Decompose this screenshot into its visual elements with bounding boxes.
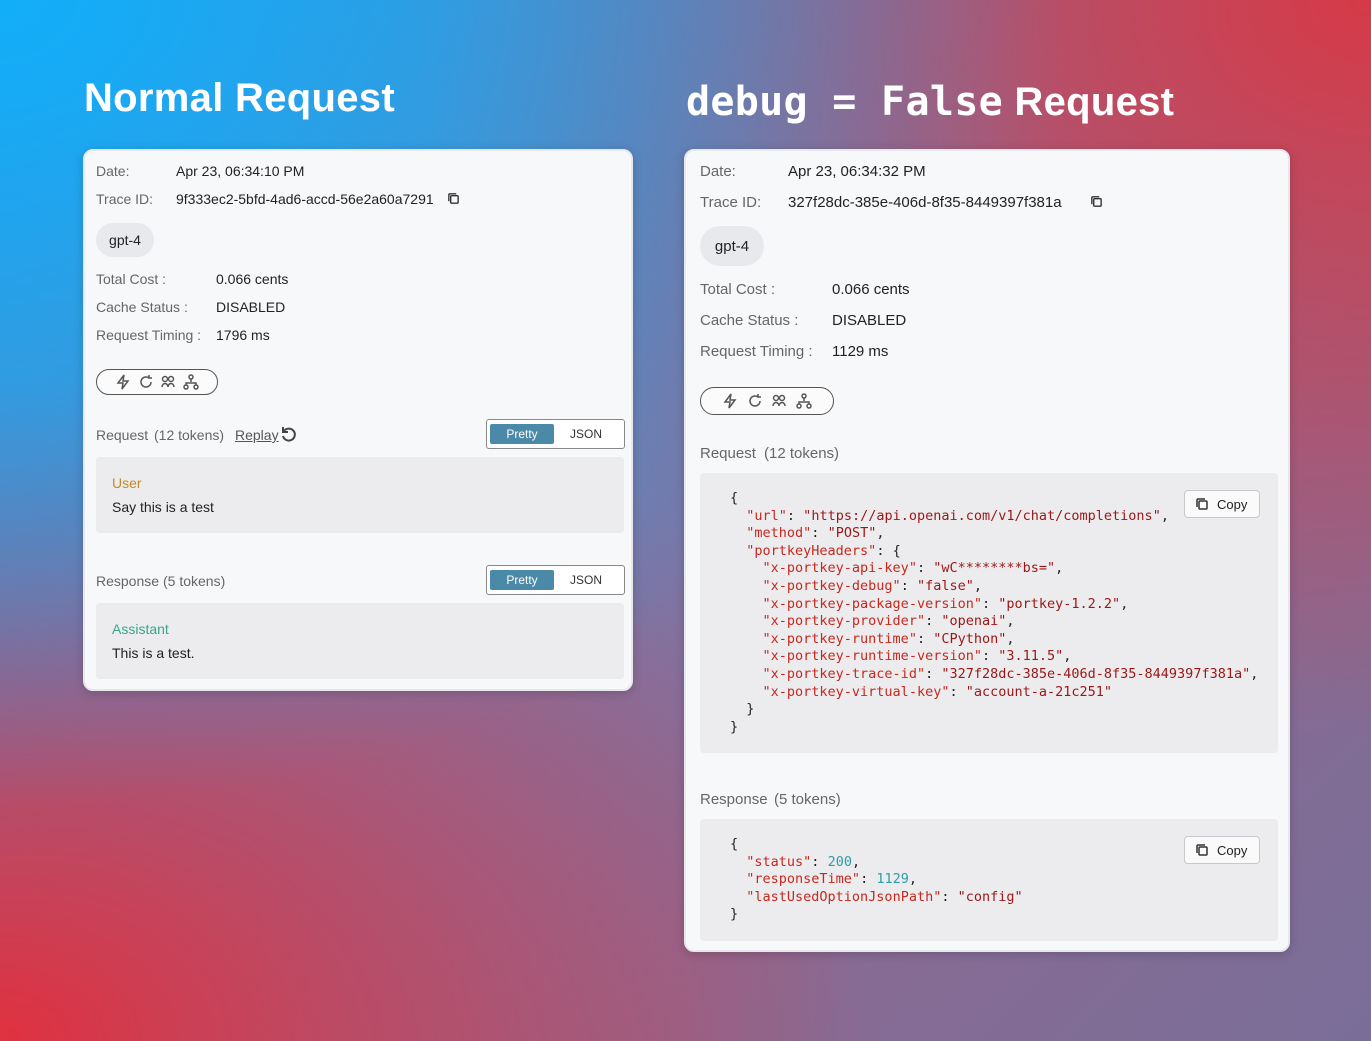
request-view-toggle: Pretty JSON bbox=[486, 419, 625, 449]
trace-id-value: 327f28dc-385e-406d-8f35-8449397f381a bbox=[788, 194, 1062, 211]
user-role-label: User bbox=[112, 475, 142, 491]
trace-id-label: Trace ID: bbox=[96, 191, 154, 207]
refresh-icon[interactable] bbox=[138, 374, 154, 390]
request-timing-label: Request Timing : bbox=[96, 327, 202, 343]
json-value-runtime-version: 3.11.5 bbox=[1006, 648, 1056, 665]
debug-false-request-card: Date: Apr 23, 06:34:32 PM Trace ID: 327f… bbox=[684, 149, 1290, 952]
response-tokens: (5 tokens) bbox=[774, 791, 841, 808]
json-value-debug: false bbox=[925, 577, 966, 594]
json-value-status: 200 bbox=[827, 853, 852, 870]
action-buttons bbox=[700, 387, 834, 415]
response-label: Response bbox=[700, 791, 768, 808]
copy-response-button[interactable]: Copy bbox=[1184, 836, 1260, 864]
total-cost-label: Total Cost : bbox=[96, 271, 167, 287]
request-json-code: { "url": "https://api.openai.com/v1/chat… bbox=[730, 490, 1259, 735]
request-timing-label: Request Timing : bbox=[700, 343, 813, 360]
request-tokens: (12 tokens) bbox=[764, 445, 840, 462]
copy-icon bbox=[1196, 498, 1208, 510]
date-label: Date: bbox=[96, 163, 130, 179]
debug-false-request-heading: debug = False Request bbox=[686, 79, 1174, 125]
cache-status-label: Cache Status : bbox=[700, 312, 799, 329]
tree-icon[interactable] bbox=[182, 374, 199, 390]
replay-icon[interactable] bbox=[280, 425, 298, 448]
assistant-message-text: This is a test. bbox=[112, 645, 195, 661]
model-badge: gpt-4 bbox=[700, 226, 764, 266]
response-json-code: { "status": 200, "responseTime": 1129, "… bbox=[730, 836, 1023, 923]
response-label: Response bbox=[96, 573, 160, 589]
total-cost-label: Total Cost : bbox=[700, 281, 776, 298]
copy-label: Copy bbox=[1217, 842, 1248, 858]
copy-icon bbox=[1196, 844, 1208, 856]
normal-request-card: Date: Apr 23, 06:34:10 PM Trace ID: 9f33… bbox=[83, 149, 633, 691]
total-cost-value: 0.066 cents bbox=[216, 271, 289, 287]
json-value-virtual-key: account-a-21c251 bbox=[973, 683, 1104, 700]
cache-status-value: DISABLED bbox=[216, 299, 286, 315]
request-timing-value: 1796 ms bbox=[216, 327, 270, 343]
pretty-tab[interactable]: Pretty bbox=[490, 570, 554, 590]
json-tab[interactable]: JSON bbox=[554, 424, 618, 444]
date-value: Apr 23, 06:34:10 PM bbox=[176, 163, 305, 179]
json-value-url: https://api.openai.com/v1/chat/completio… bbox=[811, 507, 1153, 524]
json-value-runtime: CPython bbox=[941, 630, 999, 647]
assistant-role-label: Assistant bbox=[112, 621, 169, 637]
model-badge: gpt-4 bbox=[96, 223, 154, 257]
assistant-message: Assistant This is a test. bbox=[96, 603, 624, 679]
request-json-block: { "url": "https://api.openai.com/v1/chat… bbox=[700, 473, 1278, 753]
refresh-icon[interactable] bbox=[747, 393, 763, 409]
total-cost-value: 0.066 cents bbox=[832, 281, 910, 298]
copy-request-button[interactable]: Copy bbox=[1184, 490, 1260, 518]
json-tab[interactable]: JSON bbox=[554, 570, 618, 590]
response-view-toggle: Pretty JSON bbox=[486, 565, 625, 595]
cache-status-label: Cache Status : bbox=[96, 299, 188, 315]
request-label: Request bbox=[96, 427, 149, 443]
date-value: Apr 23, 06:34:32 PM bbox=[788, 163, 926, 180]
bolt-icon[interactable] bbox=[115, 374, 131, 390]
cache-status-value: DISABLED bbox=[832, 312, 907, 329]
feedback-icon[interactable] bbox=[771, 393, 787, 409]
tree-icon[interactable] bbox=[796, 393, 812, 409]
model-badge-label: gpt-4 bbox=[109, 232, 141, 248]
normal-request-heading: Normal Request bbox=[84, 76, 395, 120]
copy-trace-id-icon[interactable] bbox=[1090, 195, 1103, 213]
json-value-api-key: wC********bs= bbox=[941, 560, 1048, 577]
bolt-icon[interactable] bbox=[722, 393, 738, 409]
json-value-trace-id: 327f28dc-385e-406d-8f35-8449397f381a bbox=[949, 665, 1243, 682]
trace-id-label: Trace ID: bbox=[700, 194, 762, 211]
json-value-response-time: 1129 bbox=[876, 871, 909, 888]
feedback-icon[interactable] bbox=[160, 374, 176, 390]
json-value-last-used-path: config bbox=[965, 888, 1015, 905]
action-buttons bbox=[96, 369, 218, 395]
date-label: Date: bbox=[700, 163, 736, 180]
heading-code: debug = False bbox=[686, 79, 1003, 125]
response-json-block: { "status": 200, "responseTime": 1129, "… bbox=[700, 819, 1278, 941]
json-value-provider: openai bbox=[949, 613, 999, 630]
model-badge-label: gpt-4 bbox=[714, 237, 750, 255]
copy-trace-id-icon[interactable] bbox=[447, 192, 460, 210]
request-timing-value: 1129 ms bbox=[832, 343, 889, 360]
heading-suffix: Request bbox=[1002, 80, 1175, 124]
json-value-package-version: portkey-1.2.2 bbox=[1006, 595, 1113, 612]
user-message-text: Say this is a test bbox=[112, 499, 214, 515]
request-label: Request bbox=[700, 445, 756, 462]
response-tokens: (5 tokens) bbox=[163, 573, 226, 589]
copy-label: Copy bbox=[1217, 496, 1248, 512]
pretty-tab[interactable]: Pretty bbox=[490, 424, 554, 444]
user-message: User Say this is a test bbox=[96, 457, 624, 533]
json-value-method: POST bbox=[835, 525, 869, 542]
replay-link[interactable]: Replay bbox=[235, 427, 279, 443]
request-tokens: (12 tokens) bbox=[154, 427, 225, 443]
trace-id-value: 9f333ec2-5bfd-4ad6-accd-56e2a60a7291 bbox=[176, 191, 434, 207]
